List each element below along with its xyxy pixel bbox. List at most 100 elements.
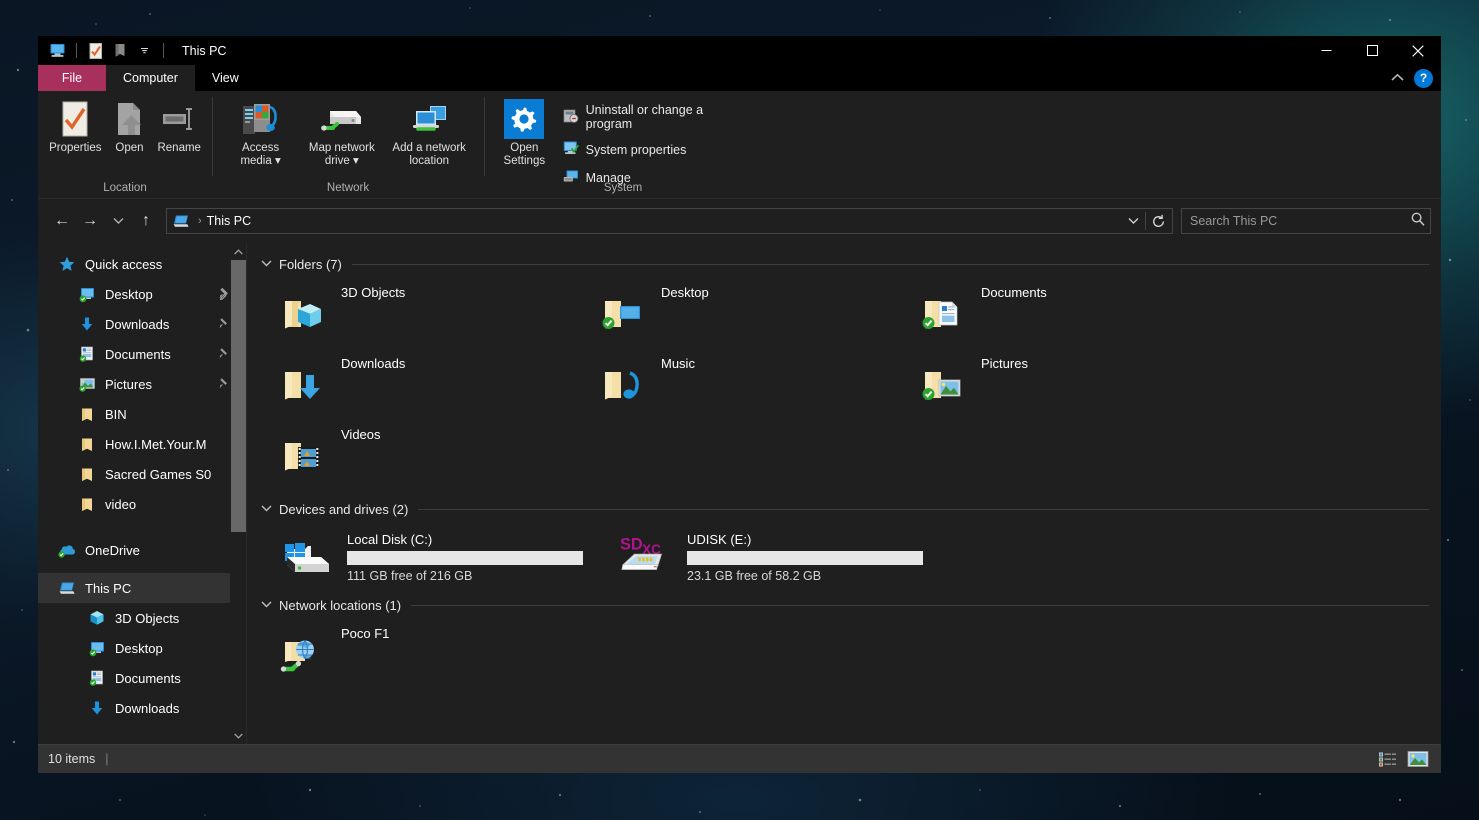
sidebar-item-this-pc[interactable]: This PC xyxy=(38,573,247,603)
sidebar-item-video[interactable]: video xyxy=(38,489,247,519)
scroll-up-arrow-icon[interactable] xyxy=(230,243,247,260)
item-count: 10 items xyxy=(48,752,96,766)
sidebar-item-desktop-qa[interactable]: Desktop xyxy=(38,279,247,309)
folder-item-label: Videos xyxy=(341,427,381,442)
folder-music-icon xyxy=(599,362,647,410)
this-pc-icon[interactable] xyxy=(46,40,68,62)
downloads-icon xyxy=(86,700,108,716)
system-properties-label: System properties xyxy=(585,142,687,157)
section-header-network[interactable]: Network locations (1) xyxy=(257,592,1429,618)
recent-locations-button[interactable] xyxy=(104,207,132,235)
tab-file[interactable]: File xyxy=(38,65,106,91)
sidebar-item-desktop-pc[interactable]: Desktop xyxy=(38,633,247,663)
quick-access-dropdown-caret[interactable] xyxy=(133,40,155,62)
address-bar[interactable]: › This PC xyxy=(166,208,1173,234)
properties-checkmark-icon[interactable] xyxy=(85,40,107,62)
folder-item-3d-objects[interactable]: 3D Objects xyxy=(257,279,577,350)
map-network-drive-button[interactable]: Map network drive ▾ xyxy=(301,95,382,168)
address-bar-row: ← → ↑ › This PC Search This PC xyxy=(38,199,1441,243)
back-button[interactable]: ← xyxy=(48,207,76,235)
desktop-sync-icon xyxy=(76,286,98,303)
folder-item-pictures[interactable]: Pictures xyxy=(897,350,1217,421)
sidebar-item-bin[interactable]: BIN xyxy=(38,399,247,429)
large-icons-view-button[interactable] xyxy=(1405,748,1431,770)
folder-item-videos[interactable]: Videos xyxy=(257,421,577,492)
sidebar-item-downloads-pc[interactable]: Downloads xyxy=(38,693,247,723)
drive-item-local-disk-c[interactable]: Local Disk (C:) 111 GB free of 216 GB xyxy=(257,524,597,590)
sidebar-item-quick-access[interactable]: Quick access xyxy=(38,249,247,279)
sidebar-item-documents-qa[interactable]: Documents xyxy=(38,339,247,369)
drive-info: Local Disk (C:) 111 GB free of 216 GB xyxy=(347,532,583,583)
sidebar-item-onedrive[interactable]: OneDrive xyxy=(38,535,247,565)
sidebar-label: Downloads xyxy=(115,700,180,716)
navpane-splitter[interactable] xyxy=(246,243,247,744)
refresh-icon[interactable] xyxy=(1146,209,1170,233)
section-header-folders[interactable]: Folders (7) xyxy=(257,251,1429,277)
collapse-chevron-icon[interactable] xyxy=(261,259,272,270)
scrollbar-thumb[interactable] xyxy=(231,260,246,532)
tab-view[interactable]: View xyxy=(195,65,256,91)
scrollbar-track[interactable] xyxy=(230,260,247,727)
access-media-button[interactable]: Access media ▾ xyxy=(220,95,301,168)
help-icon[interactable]: ? xyxy=(1414,68,1433,88)
network-item-poco-f1[interactable]: Poco F1 xyxy=(257,620,577,691)
folder-icon xyxy=(76,467,98,482)
file-list-view: Folders (7) 3D Objects Desktop Documents… xyxy=(247,243,1441,744)
drive-item-udisk-e[interactable]: SD XC UDISK (E:) 23.1 GB free of 58.2 GB xyxy=(597,524,937,590)
up-button[interactable]: ↑ xyxy=(132,207,160,235)
folder-item-music[interactable]: Music xyxy=(577,350,897,421)
details-view-button[interactable] xyxy=(1375,748,1401,770)
folder-icon[interactable] xyxy=(109,40,131,62)
access-media-dropdown-caret-icon[interactable]: ▾ xyxy=(275,155,281,167)
search-box[interactable]: Search This PC xyxy=(1181,208,1431,234)
scroll-down-arrow-icon[interactable] xyxy=(230,727,247,744)
status-bar: 10 items | xyxy=(38,744,1441,773)
uninstall-program-button[interactable]: Uninstall or change a program xyxy=(557,101,754,133)
properties-label: Properties xyxy=(49,142,102,154)
address-history-dropdown-icon[interactable] xyxy=(1121,209,1145,233)
section-header-drives[interactable]: Devices and drives (2) xyxy=(257,496,1429,522)
sidebar-label: Documents xyxy=(115,670,181,686)
toolbar-divider-1 xyxy=(76,43,77,58)
sidebar-item-downloads-qa[interactable]: Downloads xyxy=(38,309,247,339)
folder-item-desktop[interactable]: Desktop xyxy=(577,279,897,350)
collapse-chevron-icon[interactable] xyxy=(261,504,272,515)
breadcrumb-label[interactable]: This PC xyxy=(207,214,251,228)
properties-icon xyxy=(60,99,90,139)
system-properties-button[interactable]: System properties xyxy=(557,138,754,161)
add-network-location-button[interactable]: Add a network location xyxy=(382,95,476,168)
sidebar-item-3d-objects[interactable]: 3D Objects xyxy=(38,603,247,633)
open-button[interactable]: Open xyxy=(107,95,151,155)
sidebar-item-sacred-games[interactable]: Sacred Games S0 xyxy=(38,459,247,489)
rename-button[interactable]: Rename xyxy=(151,95,206,155)
sidebar-item-how-i-met-your-mother[interactable]: How.I.Met.Your.M xyxy=(38,429,247,459)
folder-item-downloads[interactable]: Downloads xyxy=(257,350,577,421)
sdxc-card-icon: SD XC xyxy=(619,533,675,581)
ribbon-group-network: Access media ▾ Map network drive ▾ Add a… xyxy=(212,91,484,198)
collapse-chevron-icon[interactable] xyxy=(261,600,272,611)
view-buttons xyxy=(1375,748,1431,770)
uninstall-program-icon xyxy=(563,108,579,127)
properties-button[interactable]: Properties xyxy=(43,95,107,155)
folder-item-label: Pictures xyxy=(981,356,1028,371)
maximize-button[interactable] xyxy=(1349,36,1395,65)
sidebar-item-pictures-qa[interactable]: Pictures xyxy=(38,369,247,399)
drive-info: UDISK (E:) 23.1 GB free of 58.2 GB xyxy=(687,532,923,583)
search-icon[interactable] xyxy=(1410,211,1426,232)
folder-item-label: Documents xyxy=(981,285,1047,300)
open-settings-button[interactable]: Open Settings xyxy=(492,95,557,168)
tab-computer[interactable]: Computer xyxy=(106,65,195,91)
sidebar-item-documents-pc[interactable]: Documents xyxy=(38,663,247,693)
search-input[interactable]: Search This PC xyxy=(1190,214,1410,228)
close-button[interactable] xyxy=(1395,36,1441,65)
navigation-scrollbar[interactable] xyxy=(230,243,247,744)
section-rule xyxy=(418,508,1429,510)
windows-drive-icon xyxy=(279,533,335,581)
status-separator: | xyxy=(105,752,109,766)
map-drive-dropdown-caret-icon[interactable]: ▾ xyxy=(353,155,359,167)
folder-documents-icon xyxy=(919,291,967,339)
minimize-button[interactable] xyxy=(1303,36,1349,65)
forward-button[interactable]: → xyxy=(76,207,104,235)
collapse-ribbon-chevron-icon[interactable] xyxy=(1391,69,1404,87)
folder-item-documents[interactable]: Documents xyxy=(897,279,1217,350)
